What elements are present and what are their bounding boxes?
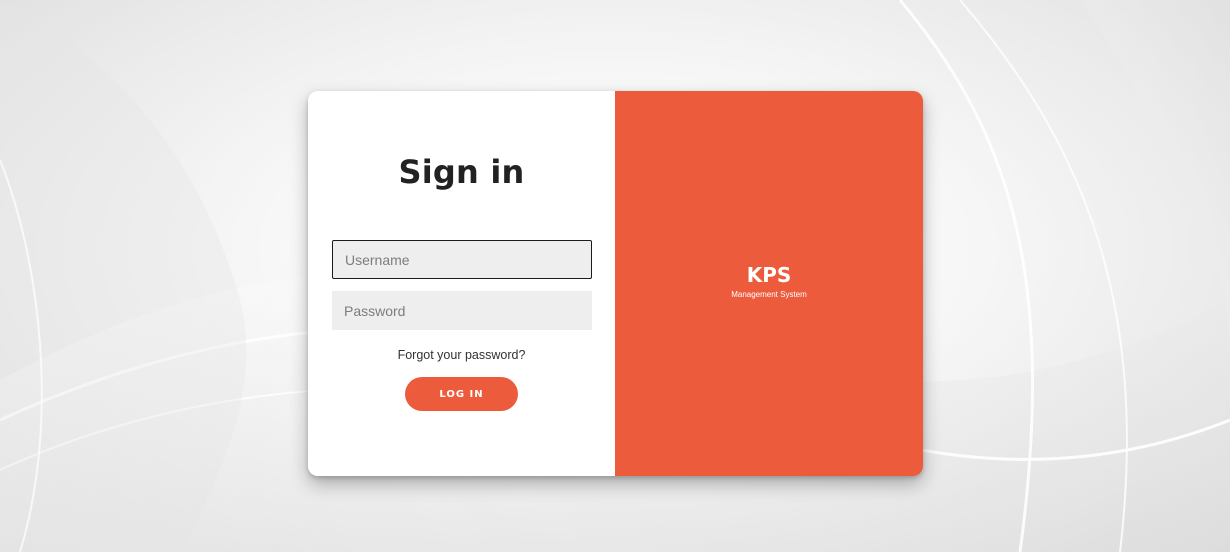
brand-panel: KPS Management System [615, 91, 923, 476]
brand-block: KPS Management System [615, 263, 923, 301]
signin-panel: Sign in Forgot your password? LOG IN [308, 91, 615, 476]
brand-name: KPS [746, 263, 792, 287]
brand-subtitle: Management System [731, 290, 807, 299]
username-input[interactable] [332, 240, 592, 279]
signin-title: Sign in [398, 153, 525, 191]
password-input[interactable] [332, 291, 592, 330]
login-card: Sign in Forgot your password? LOG IN KPS… [308, 91, 923, 476]
login-button[interactable]: LOG IN [405, 377, 518, 411]
forgot-password-link[interactable]: Forgot your password? [308, 348, 615, 362]
